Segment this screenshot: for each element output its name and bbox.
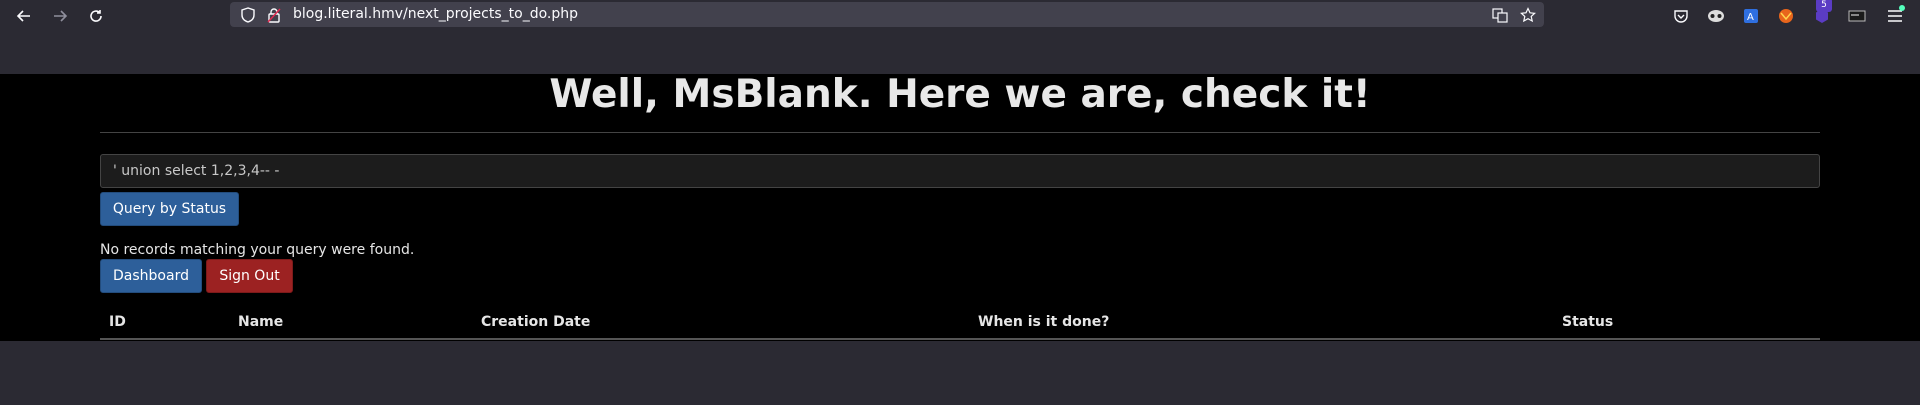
browser-toolbar: blog.literal.hmv/next_projects_to_do.php… <box>0 0 1920 32</box>
extension-mask-icon[interactable] <box>1705 5 1727 27</box>
back-icon[interactable] <box>12 4 36 28</box>
query-by-status-button[interactable]: Query by Status <box>100 192 239 226</box>
bookmark-star-icon[interactable] <box>1520 7 1536 23</box>
extension-terminal-icon[interactable] <box>1846 5 1868 27</box>
no-records-message: No records matching your query were foun… <box>100 242 415 258</box>
page-bottom-area <box>0 341 1920 405</box>
column-header-id: ID <box>109 314 126 330</box>
page-content: Well, MsBlank. Here we are, check it! ' … <box>0 74 1920 341</box>
translate-icon[interactable] <box>1492 7 1508 23</box>
query-input-value: ' union select 1,2,3,4-- - <box>113 163 280 179</box>
column-header-done-date: When is it done? <box>978 314 1110 330</box>
update-dot <box>1899 5 1905 11</box>
url-bar[interactable]: blog.literal.hmv/next_projects_to_do.php <box>230 2 1544 27</box>
status-query-input[interactable]: ' union select 1,2,3,4-- - <box>100 154 1820 188</box>
extension-fox-icon[interactable] <box>1775 5 1797 27</box>
toolbar-strip <box>0 32 1920 74</box>
shield-icon[interactable] <box>240 7 256 23</box>
lock-insecure-icon[interactable] <box>266 7 282 23</box>
url-text: blog.literal.hmv/next_projects_to_do.php <box>293 6 579 22</box>
heading-username: MsBlank <box>672 72 858 117</box>
projects-table-header: ID Name Creation Date When is it done? S… <box>100 308 1820 340</box>
column-header-name: Name <box>238 314 284 330</box>
menu-icon[interactable] <box>1884 5 1906 27</box>
sign-out-button[interactable]: Sign Out <box>206 259 293 293</box>
column-header-creation-date: Creation Date <box>481 314 591 330</box>
svg-text:A: A <box>1747 12 1754 23</box>
column-header-status: Status <box>1562 314 1614 330</box>
page-title: Well, MsBlank. Here we are, check it! <box>0 74 1920 116</box>
pocket-icon[interactable] <box>1670 5 1692 27</box>
heading-suffix: . Here we are, check it! <box>857 72 1371 117</box>
reload-icon[interactable] <box>84 4 108 28</box>
divider <box>100 132 1820 133</box>
extension-translate-icon[interactable]: A <box>1740 5 1762 27</box>
forward-icon[interactable] <box>48 4 72 28</box>
extension-badge: 5 <box>1816 0 1832 12</box>
heading-prefix: Well, <box>549 72 673 117</box>
dashboard-button[interactable]: Dashboard <box>100 259 202 293</box>
